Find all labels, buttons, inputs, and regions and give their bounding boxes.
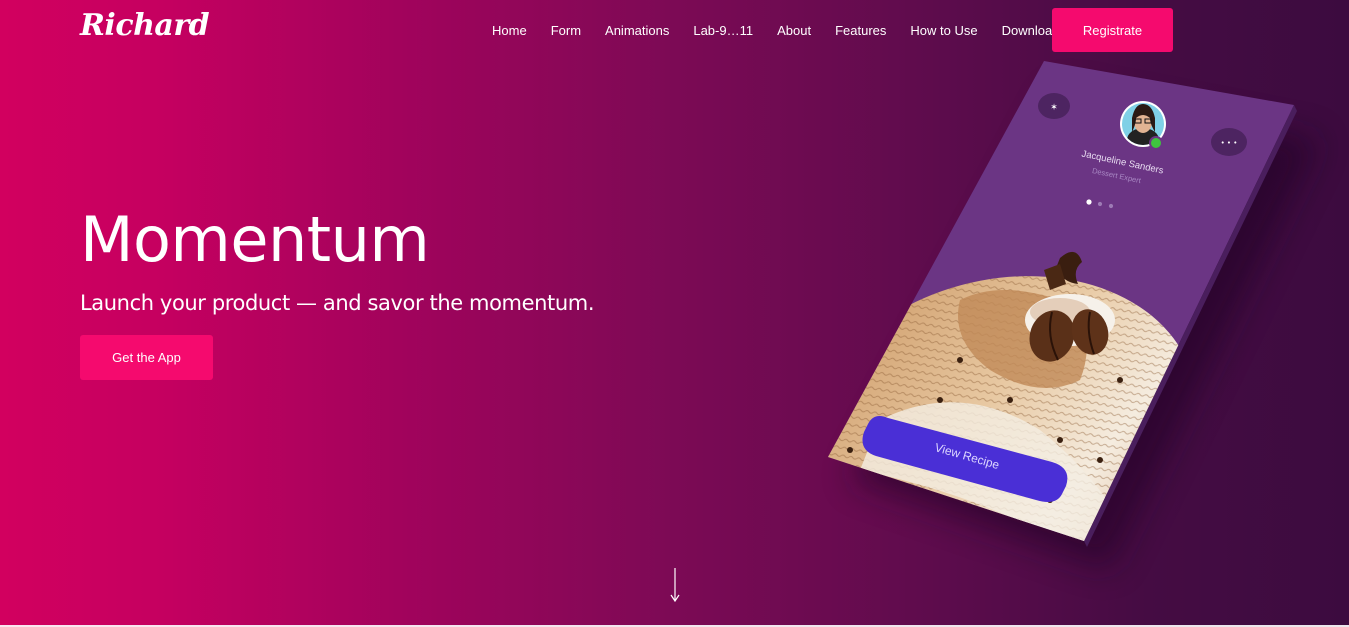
hero-section: Richard Home Form Animations Lab-9…11 Ab…: [0, 0, 1349, 627]
arrow-down-icon[interactable]: [667, 567, 683, 603]
star-icon[interactable]: ✶: [1038, 93, 1070, 119]
online-status-dot: [1149, 136, 1163, 150]
phone-mockup: View Recipe ✶ • • • Jacqueline Sanders D…: [0, 0, 1349, 627]
svg-text:✶: ✶: [1050, 103, 1058, 113]
carousel-dot[interactable]: [1097, 201, 1103, 207]
carousel-dot[interactable]: [1108, 203, 1114, 209]
svg-text:• • •: • • •: [1221, 139, 1238, 147]
phone-mockup-svg: View Recipe ✶ • • • Jacqueline Sanders D…: [828, 61, 1320, 570]
more-dots-icon[interactable]: • • •: [1211, 128, 1247, 156]
carousel-dot[interactable]: [1086, 199, 1092, 205]
